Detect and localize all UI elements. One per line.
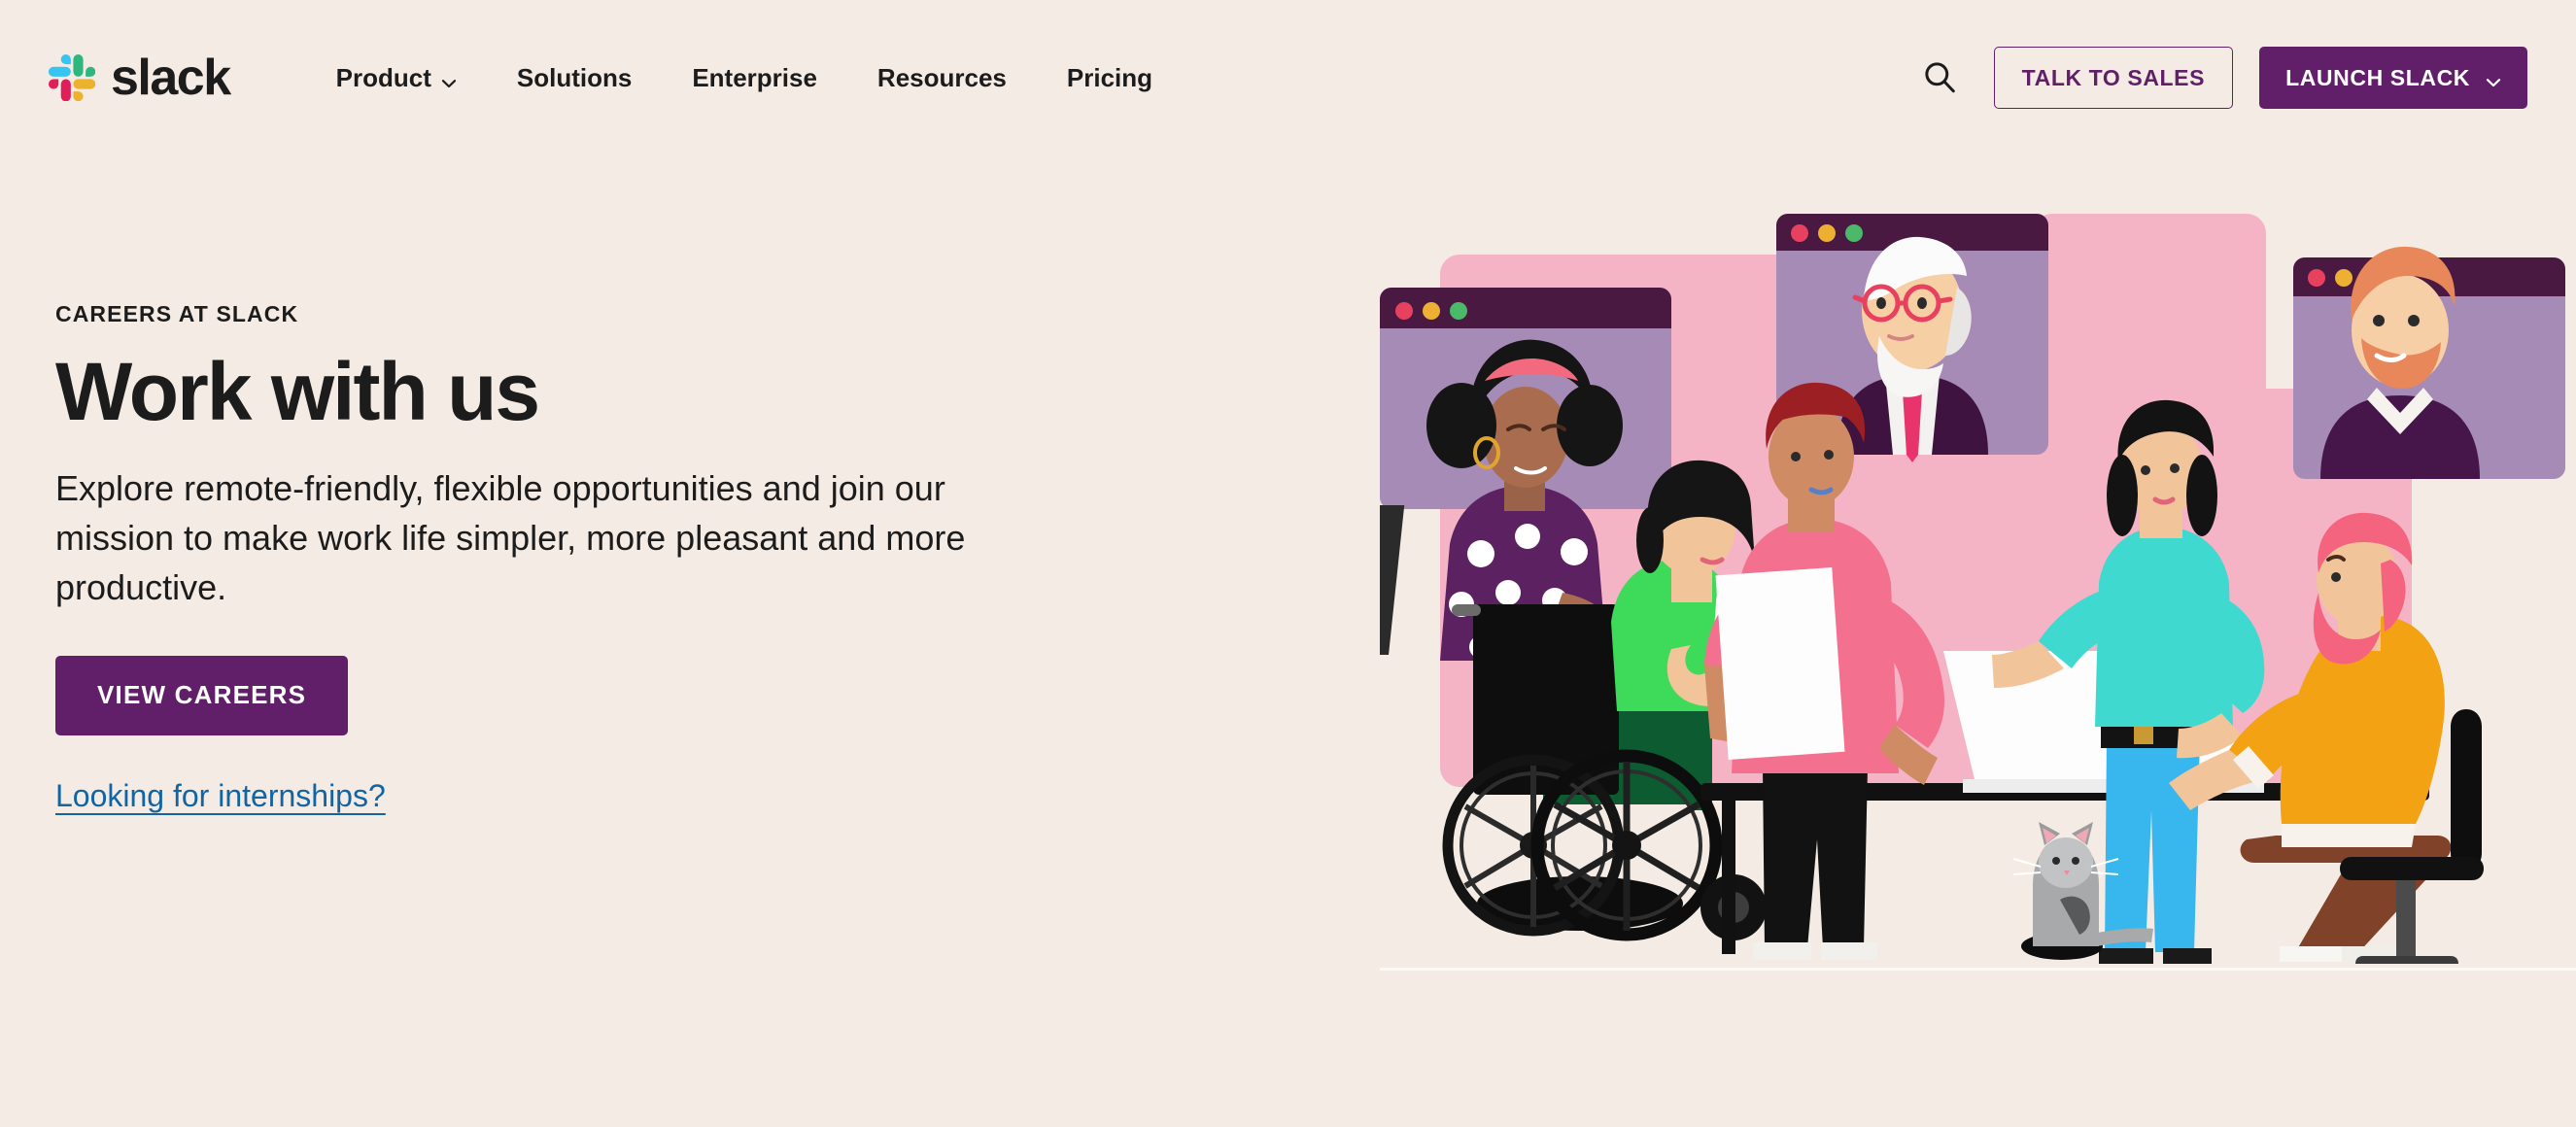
- nav-item-label: Resources: [876, 63, 1007, 92]
- chevron-down-icon: [441, 70, 457, 88]
- search-button[interactable]: [1908, 47, 1971, 109]
- nav-item-solutions[interactable]: Solutions: [487, 65, 662, 90]
- nav-item-resources[interactable]: Resources: [847, 65, 1037, 90]
- video-window-right: [2293, 246, 2565, 479]
- nav-item-label: Product: [335, 63, 431, 92]
- nav-item-pricing[interactable]: Pricing: [1037, 65, 1183, 90]
- nav-item-label: Pricing: [1066, 63, 1153, 92]
- chevron-down-icon: [2486, 70, 2501, 87]
- internships-link[interactable]: Looking for internships?: [55, 778, 386, 814]
- hero-illustration: [1380, 165, 2576, 991]
- launch-slack-label: LAUNCH SLACK: [2285, 64, 2470, 90]
- search-icon: [1921, 58, 1958, 98]
- launch-slack-button[interactable]: LAUNCH SLACK: [2259, 47, 2527, 109]
- header-actions: TALK TO SALES LAUNCH SLACK: [1908, 47, 2527, 109]
- nav-item-label: Solutions: [516, 63, 633, 92]
- slack-logo-icon: [48, 54, 96, 102]
- site-header: slack Product Solutions Enterprise Resou…: [0, 0, 2576, 155]
- brand-wordmark: slack: [111, 50, 231, 106]
- slack-logo-link[interactable]: slack: [48, 50, 231, 106]
- nav-item-product[interactable]: Product: [306, 65, 487, 90]
- nav-item-label: Enterprise: [692, 63, 817, 92]
- primary-navigation: Product Solutions Enterprise Resources P…: [306, 65, 1183, 90]
- talk-to-sales-button[interactable]: TALK TO SALES: [1993, 47, 2234, 109]
- page-title: Work with us: [55, 346, 540, 437]
- hero-subtitle: Explore remote-friendly, flexible opport…: [55, 468, 966, 608]
- hero-section: CAREERS AT SLACK Work with us Explore re…: [55, 301, 1085, 814]
- view-careers-button[interactable]: VIEW CAREERS: [55, 655, 349, 735]
- nav-item-enterprise[interactable]: Enterprise: [662, 65, 847, 90]
- hero-eyebrow: CAREERS AT SLACK: [55, 301, 299, 326]
